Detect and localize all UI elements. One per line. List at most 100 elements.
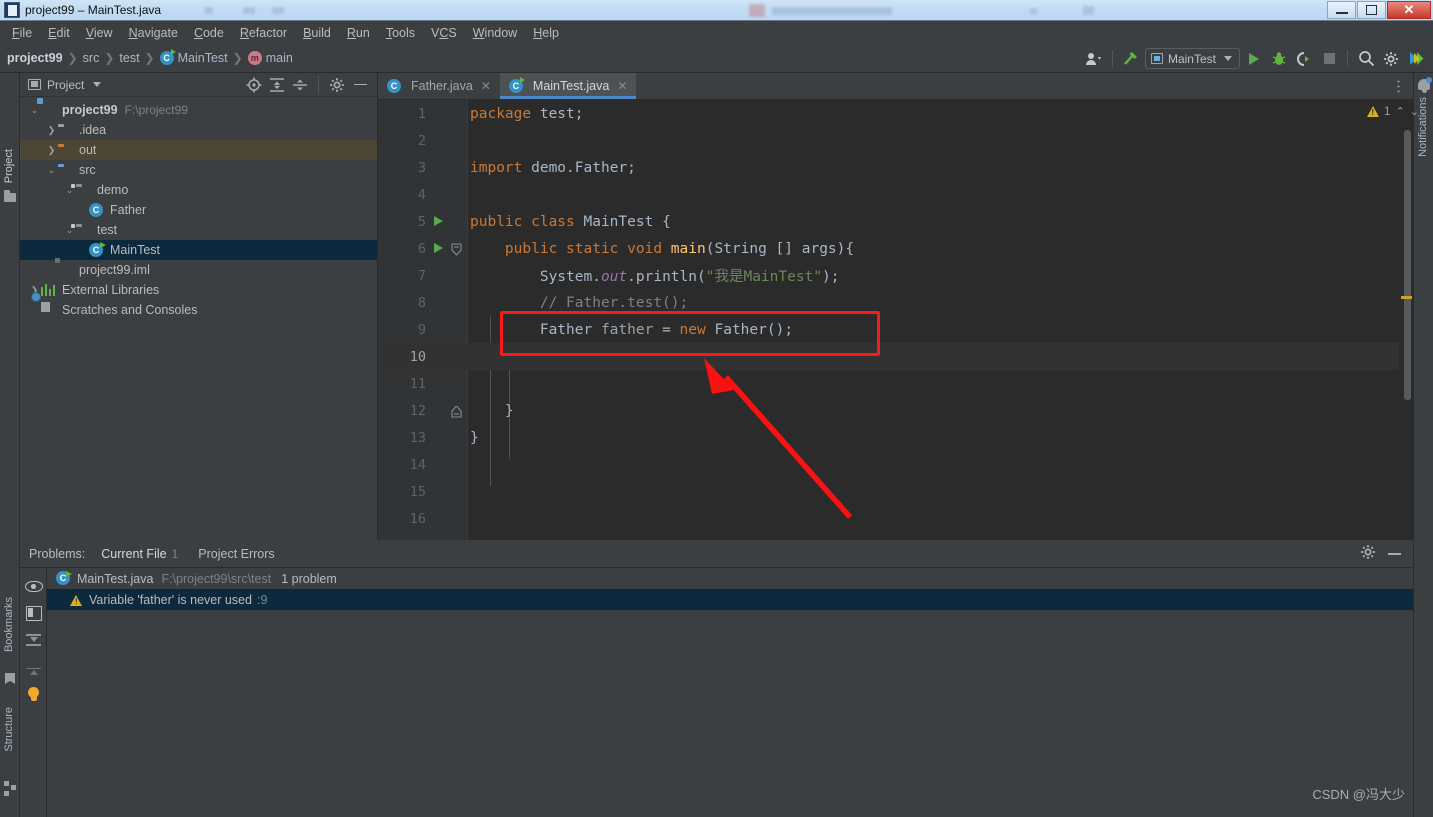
- maximize-button[interactable]: [1357, 1, 1386, 19]
- settings-gear-icon[interactable]: [1360, 544, 1376, 565]
- breadcrumb-src[interactable]: src: [83, 51, 100, 65]
- tool-window-button-project[interactable]: Project: [3, 149, 15, 183]
- tree-item-test[interactable]: ⌄ test: [20, 220, 377, 240]
- problems-item-row[interactable]: Variable 'father' is never used :9: [47, 589, 1413, 610]
- code-line[interactable]: 1 package test;: [378, 100, 1413, 127]
- package-icon: [76, 182, 92, 198]
- menu-view[interactable]: View: [78, 24, 121, 42]
- code-line[interactable]: 5 public class MainTest {: [378, 208, 1413, 235]
- code-line[interactable]: 3 import demo.Father;: [378, 154, 1413, 181]
- code-line[interactable]: 4: [378, 181, 1413, 208]
- chevron-down-icon[interactable]: [93, 82, 102, 87]
- menu-window[interactable]: Window: [465, 24, 525, 42]
- breadcrumb-test[interactable]: test: [119, 51, 139, 65]
- search-icon[interactable]: [1355, 48, 1377, 70]
- notification-dot-icon: [1426, 77, 1432, 83]
- collapse-all-icon[interactable]: [25, 660, 42, 677]
- expand-all-icon[interactable]: [25, 632, 42, 649]
- tree-item-external-libraries[interactable]: ❯ External Libraries: [20, 280, 377, 300]
- warning-marker[interactable]: [1401, 296, 1412, 299]
- menu-navigate[interactable]: Navigate: [121, 24, 186, 42]
- editor-scroll-gutter[interactable]: [1399, 100, 1413, 540]
- breadcrumb-project99[interactable]: project99: [7, 51, 63, 65]
- tool-window-button-bookmarks[interactable]: Bookmarks: [3, 597, 15, 652]
- code-line[interactable]: 8 // Father.test();: [378, 289, 1413, 316]
- code-line[interactable]: 7 System.out.println("我是MainTest");: [378, 262, 1413, 289]
- minimize-button[interactable]: [1327, 1, 1356, 19]
- user-avatar-icon[interactable]: [1083, 48, 1105, 70]
- menu-refactor[interactable]: Refactor: [232, 24, 295, 42]
- chevron-right-icon[interactable]: ❯: [45, 145, 58, 156]
- tab-project-errors[interactable]: Project Errors: [196, 543, 276, 565]
- expand-all-icon[interactable]: [268, 76, 286, 94]
- code-line[interactable]: 10: [378, 343, 1413, 370]
- menu-file[interactable]: File: [4, 24, 40, 42]
- chevron-up-icon[interactable]: ⌃: [1396, 105, 1405, 118]
- close-icon[interactable]: ✕: [481, 79, 491, 93]
- tree-item-demo[interactable]: ⌄ demo: [20, 180, 377, 200]
- chevron-right-icon[interactable]: ❯: [45, 125, 58, 136]
- build-hammer-icon[interactable]: [1120, 48, 1142, 70]
- chevron-down-icon[interactable]: ⌄: [1410, 105, 1419, 118]
- menu-vcs[interactable]: VCS: [423, 24, 465, 42]
- tab-current-file[interactable]: Current File 1: [97, 543, 183, 570]
- menu-edit[interactable]: Edit: [40, 24, 78, 42]
- more-vertical-icon[interactable]: ⋯: [1390, 79, 1407, 94]
- code-line[interactable]: 15: [378, 478, 1413, 505]
- run-icon[interactable]: [1243, 48, 1265, 70]
- tree-item-father[interactable]: C Father: [20, 200, 377, 220]
- tool-window-button-structure[interactable]: Structure: [3, 707, 15, 752]
- code-line[interactable]: 13 }: [378, 424, 1413, 451]
- code-line[interactable]: 11: [378, 370, 1413, 397]
- warning-triangle-icon: [70, 594, 83, 606]
- code-line[interactable]: 16: [378, 505, 1413, 532]
- select-opened-file-icon[interactable]: [245, 76, 263, 94]
- code-line[interactable]: 6 public static void main(String [] args…: [378, 235, 1413, 262]
- fold-marker-icon[interactable]: [451, 405, 462, 422]
- editor-tab-father-java[interactable]: C Father.java ✕: [378, 73, 500, 99]
- code-editor[interactable]: 1 package test; 2 3 import demo.Father; …: [378, 100, 1413, 540]
- menu-run[interactable]: Run: [339, 24, 378, 42]
- run-gutter-icon[interactable]: [434, 243, 443, 253]
- code-line[interactable]: 9 Father father = new Father();: [378, 316, 1413, 343]
- code-line[interactable]: 12 }: [378, 397, 1413, 424]
- tree-item-src[interactable]: ⌄ src: [20, 160, 377, 180]
- debug-icon[interactable]: [1268, 48, 1290, 70]
- idea-logo-icon[interactable]: [1405, 48, 1427, 70]
- run-gutter-icon[interactable]: [434, 216, 443, 226]
- code-line[interactable]: 2: [378, 127, 1413, 154]
- stop-icon[interactable]: [1318, 48, 1340, 70]
- tree-item-scratches-and-consoles[interactable]: Scratches and Consoles: [20, 300, 377, 320]
- tree-item-label: src: [79, 163, 96, 177]
- breadcrumb-maintest[interactable]: C MainTest: [159, 49, 228, 65]
- settings-gear-icon[interactable]: [328, 76, 346, 94]
- breadcrumb-main[interactable]: m main: [247, 51, 293, 65]
- menu-help[interactable]: Help: [525, 24, 567, 42]
- run-configuration-selector[interactable]: MainTest: [1144, 48, 1240, 69]
- close-button[interactable]: ✕: [1387, 1, 1431, 19]
- eye-preview-icon[interactable]: [25, 577, 43, 594]
- tree-item-idea[interactable]: ❯ .idea: [20, 120, 377, 140]
- tree-item-project99-iml[interactable]: project99.iml: [20, 260, 377, 280]
- editor-scrollbar[interactable]: [1404, 130, 1411, 400]
- menu-tools[interactable]: Tools: [378, 24, 423, 42]
- hide-panel-icon[interactable]: [1388, 553, 1401, 555]
- settings-gear-icon[interactable]: [1380, 48, 1402, 70]
- collapse-all-icon[interactable]: [291, 76, 309, 94]
- split-view-icon[interactable]: [25, 604, 42, 621]
- problems-file-row[interactable]: C MainTest.java F:\project99\src\test 1 …: [47, 568, 1413, 589]
- tree-item-project99[interactable]: ⌄ project99 F:\project99: [20, 100, 377, 120]
- editor-tab-maintest-java[interactable]: C MainTest.java ✕: [499, 73, 637, 99]
- menu-code[interactable]: Code: [186, 24, 232, 42]
- code-line[interactable]: 14: [378, 451, 1413, 478]
- menu-build[interactable]: Build: [295, 24, 339, 42]
- hide-panel-icon[interactable]: [351, 76, 369, 94]
- run-coverage-icon[interactable]: [1293, 48, 1315, 70]
- lightbulb-icon[interactable]: [25, 687, 42, 704]
- chevron-down-icon[interactable]: ⌄: [28, 105, 41, 116]
- close-icon[interactable]: ✕: [617, 79, 627, 93]
- tree-item-out[interactable]: ❯ out: [20, 140, 377, 160]
- chevron-down-icon[interactable]: ⌄: [45, 165, 58, 176]
- tree-item-maintest[interactable]: C MainTest: [20, 240, 377, 260]
- fold-marker-icon[interactable]: [451, 243, 462, 260]
